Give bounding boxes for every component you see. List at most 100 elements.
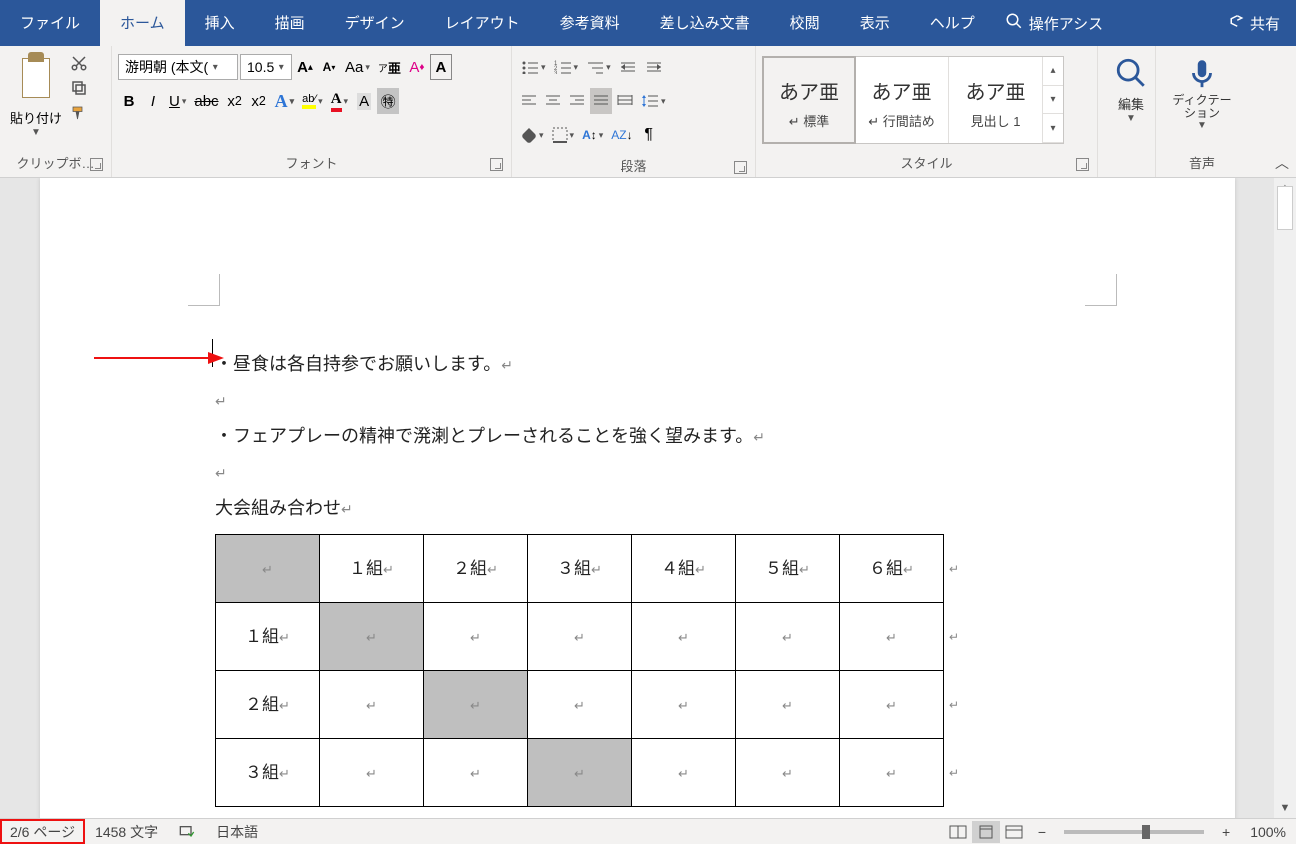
strikethrough-button[interactable]: abc: [191, 88, 221, 114]
cut-button[interactable]: [68, 52, 90, 74]
tab-home[interactable]: ホーム: [100, 0, 185, 46]
bold-button[interactable]: B: [118, 88, 140, 114]
increase-indent-button[interactable]: [642, 54, 666, 80]
doc-empty-line[interactable]: ↵: [215, 382, 1090, 418]
doc-line-1[interactable]: ・昼食は各自持参でお願いします。↵: [215, 346, 1090, 382]
doc-empty-line-2[interactable]: ↵: [215, 454, 1090, 490]
font-group-label: フォント: [285, 156, 337, 171]
numbering-button[interactable]: 123▾: [551, 54, 582, 80]
align-justify-button[interactable]: [590, 88, 612, 114]
word-count[interactable]: 1458 文字: [85, 819, 168, 844]
zoom-level[interactable]: 100%: [1240, 819, 1296, 844]
style-nospace[interactable]: あア亜 ↵ 行間詰め: [855, 57, 949, 143]
tab-mailings[interactable]: 差し込み文書: [640, 0, 770, 46]
borders-button[interactable]: ▾: [549, 122, 578, 148]
print-layout-button[interactable]: [972, 821, 1000, 843]
doc-line-2[interactable]: ・フェアプレーの精神で溌溂とプレーされることを強く望みます。↵: [215, 418, 1090, 454]
zoom-slider[interactable]: [1064, 830, 1204, 834]
tab-file[interactable]: ファイル: [0, 0, 100, 46]
svg-text:3: 3: [554, 71, 558, 74]
paragraph-group-label: 段落: [620, 159, 646, 174]
clipboard-group-label: クリップボ…: [16, 156, 94, 171]
tab-view[interactable]: 表示: [840, 0, 910, 46]
styles-more[interactable]: ▴▾▾: [1043, 57, 1063, 143]
clear-format-button[interactable]: A♦: [406, 54, 428, 80]
vertical-scrollbar[interactable]: ▲ ▼: [1274, 178, 1296, 818]
tab-references[interactable]: 参考資料: [540, 0, 640, 46]
bullets-button[interactable]: ▾: [518, 54, 549, 80]
styles-gallery[interactable]: あア亜 ↵ 標準 あア亜 ↵ 行間詰め あア亜 見出し 1 ▴▾▾: [762, 56, 1064, 144]
change-case-button[interactable]: Aa▾: [342, 54, 373, 80]
scroll-down-button[interactable]: ▼: [1274, 798, 1296, 818]
styles-group-label: スタイル: [900, 156, 952, 171]
highlight-button[interactable]: ab⁄▾: [299, 88, 326, 114]
shading-button[interactable]: ▾: [518, 122, 547, 148]
phonetic-guide-button[interactable]: ア亜: [375, 54, 404, 80]
show-marks-button[interactable]: ¶: [638, 122, 660, 148]
tab-help[interactable]: ヘルプ: [910, 0, 995, 46]
dictate-button[interactable]: ディクテーション ▼: [1162, 50, 1242, 131]
paragraph-launcher[interactable]: [734, 161, 747, 174]
italic-button[interactable]: I: [142, 88, 164, 114]
share-button[interactable]: 共有: [1210, 0, 1296, 46]
language-indicator[interactable]: 日本語: [206, 819, 268, 844]
document-area[interactable]: ・昼食は各自持参でお願いします。↵ ↵ ・フェアプレーの精神で溌溂とプレーされる…: [0, 178, 1274, 818]
align-left-button[interactable]: [518, 88, 540, 114]
grow-font-button[interactable]: A▴: [294, 54, 316, 80]
shrink-font-button[interactable]: A▾: [318, 54, 340, 80]
font-size-combo[interactable]: 10.5▾: [240, 54, 292, 80]
subscript-button[interactable]: x2: [224, 88, 246, 114]
spell-check-button[interactable]: [168, 819, 206, 844]
enclose-text-button[interactable]: ㊕: [377, 88, 399, 114]
distributed-button[interactable]: [614, 88, 636, 114]
format-painter-button[interactable]: [68, 102, 90, 124]
collapse-ribbon-button[interactable]: ︿: [1272, 153, 1292, 173]
line-spacing-button[interactable]: ▾: [638, 88, 669, 114]
share-icon: [1226, 12, 1244, 34]
page-indicator[interactable]: 2/6 ページ: [0, 819, 85, 844]
underline-button[interactable]: U▾: [166, 88, 189, 114]
char-shading-button[interactable]: A: [353, 88, 375, 114]
paste-button[interactable]: 貼り付け ▼: [6, 50, 66, 138]
text-effects-button[interactable]: A▾: [272, 88, 298, 114]
read-mode-button[interactable]: [944, 821, 972, 843]
tab-layout[interactable]: レイアウト: [425, 0, 540, 46]
share-label: 共有: [1250, 13, 1280, 34]
table-row: １組↵ ↵ ↵↵↵↵ ↵↵: [216, 603, 944, 671]
tab-design[interactable]: デザイン: [325, 0, 425, 46]
tab-draw[interactable]: 描画: [255, 0, 325, 46]
clipboard-icon: [16, 52, 56, 104]
align-right-button[interactable]: [566, 88, 588, 114]
ribbon: 貼り付け ▼ クリップボ… 游明朝 (本文(▾ 10.5▾ A▴ A▾ Aa▾ …: [0, 46, 1296, 178]
sort-button[interactable]: AZ↓: [608, 122, 635, 148]
table-row: ３組↵ ↵↵ ↵ ↵↵ ↵↵: [216, 739, 944, 807]
annotation-arrow: [94, 350, 224, 371]
menu-bar: ファイル ホーム 挿入 描画 デザイン レイアウト 参考資料 差し込み文書 校閲…: [0, 0, 1296, 46]
tab-insert[interactable]: 挿入: [185, 0, 255, 46]
split-handle[interactable]: [1277, 186, 1293, 230]
find-button[interactable]: 編集 ▼: [1104, 50, 1158, 124]
font-name-combo[interactable]: 游明朝 (本文(▾: [118, 54, 238, 80]
decrease-indent-button[interactable]: [616, 54, 640, 80]
superscript-button[interactable]: x2: [248, 88, 270, 114]
font-color-button[interactable]: A▾: [328, 88, 351, 114]
zoom-out-button[interactable]: −: [1028, 819, 1056, 844]
styles-launcher[interactable]: [1076, 158, 1089, 171]
multilevel-button[interactable]: ▾: [583, 54, 614, 80]
web-layout-button[interactable]: [1000, 821, 1028, 843]
style-heading1[interactable]: あア亜 見出し 1: [949, 57, 1043, 143]
align-center-button[interactable]: [542, 88, 564, 114]
clipboard-launcher[interactable]: [90, 158, 103, 171]
tell-me-search[interactable]: 操作アシス: [995, 0, 1113, 46]
enclose-char-button[interactable]: A: [430, 54, 452, 80]
tournament-table[interactable]: ↵ １組↵ ２組↵ ３組↵ ４組↵ ５組↵ ６組↵↵ １組↵ ↵ ↵↵↵↵ ↵↵…: [215, 534, 944, 807]
tab-review[interactable]: 校閲: [770, 0, 840, 46]
find-icon: [1114, 56, 1148, 90]
zoom-in-button[interactable]: +: [1212, 819, 1240, 844]
font-launcher[interactable]: [490, 158, 503, 171]
style-normal[interactable]: あア亜 ↵ 標準: [762, 56, 856, 144]
copy-button[interactable]: [68, 77, 90, 99]
doc-table-title[interactable]: 大会組み合わせ↵: [215, 490, 1090, 526]
tell-me-label: 操作アシス: [1029, 13, 1103, 34]
text-direction-button[interactable]: A↕▾: [579, 122, 606, 148]
